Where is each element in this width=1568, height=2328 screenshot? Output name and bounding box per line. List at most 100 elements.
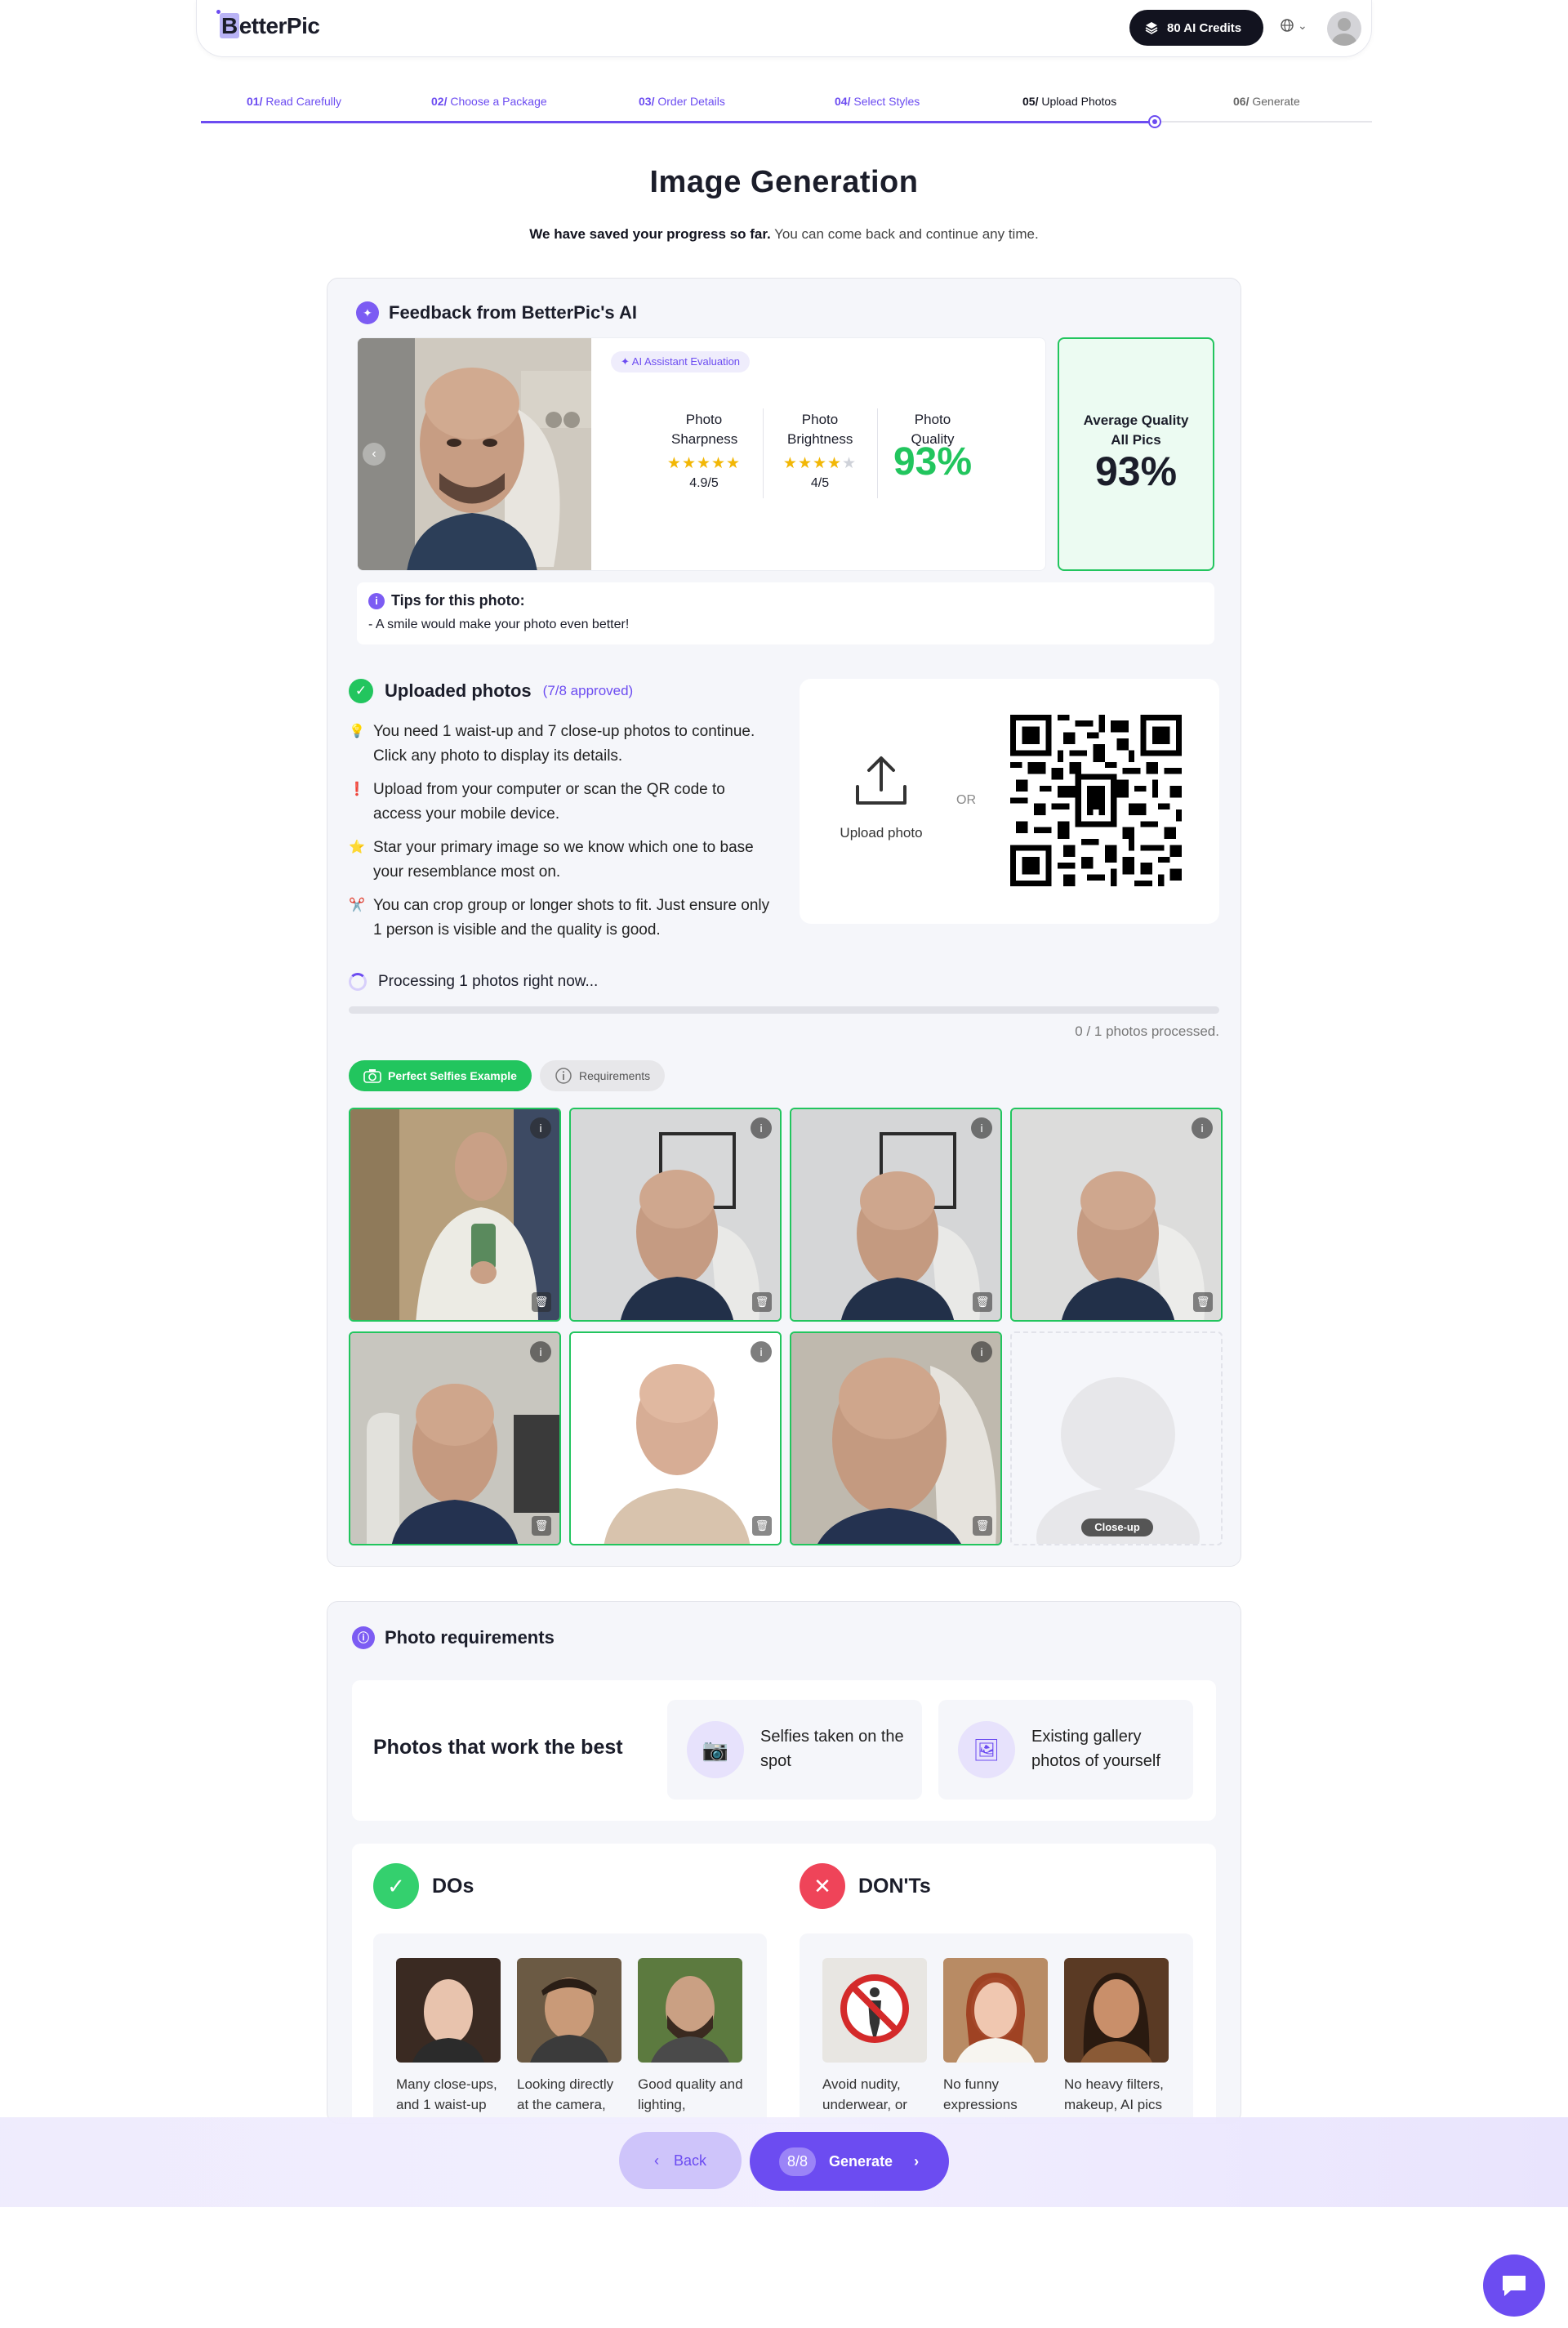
layers-icon [1145, 22, 1158, 34]
info-circle-icon [555, 1068, 572, 1084]
language-selector[interactable]: ⌄ [1280, 18, 1307, 33]
info-icon[interactable]: i [971, 1117, 992, 1139]
photo-count-badge: 8/8 [779, 2147, 817, 2176]
chevron-right-icon: › [914, 2152, 920, 2170]
trash-icon[interactable]: 🗑 [752, 1292, 772, 1312]
info-icon[interactable]: i [530, 1341, 551, 1362]
do-example-image [396, 1958, 501, 2063]
selected-photo[interactable]: ‹ [358, 338, 591, 570]
info-icon[interactable]: i [751, 1117, 772, 1139]
works-best-box: Photos that work the best 📷 Selfies take… [352, 1680, 1216, 1821]
camera-icon [363, 1069, 381, 1083]
info-icon: i [368, 592, 385, 609]
progress-track [201, 115, 1372, 128]
page-subtitle: We have saved your progress so far. You … [529, 226, 1039, 242]
trash-icon[interactable]: 🗑 [752, 1516, 772, 1536]
closeup-label: Close-up [1081, 1519, 1153, 1536]
user-avatar[interactable] [1327, 11, 1361, 46]
tips-box: i Tips for this photo: - A smile would ma… [357, 582, 1214, 644]
progress-steps: 01/ Read Carefully 02/ Choose a Package … [201, 91, 1372, 128]
info-icon[interactable]: i [751, 1341, 772, 1362]
photo-thumbnail[interactable]: i 🗑 [569, 1331, 782, 1545]
closeup-placeholder-slot[interactable]: Close-up [1010, 1331, 1223, 1545]
step-order-details[interactable]: 03/ Order Details [639, 95, 725, 108]
instruction-item: ✂️ You can crop group or longer shots to … [349, 894, 773, 943]
selfies-card: 📷 Selfies taken on the spot [667, 1700, 922, 1800]
spinner-icon [349, 973, 367, 991]
top-header: BetterPic 80 AI Credits ⌄ [196, 0, 1372, 57]
instruction-item: ❗ Upload from your computer or scan the Q… [349, 778, 773, 827]
progress-knob [1148, 115, 1161, 128]
do-example-image [638, 1958, 742, 2063]
betterpic-logo[interactable]: BetterPic [216, 10, 320, 39]
dont-example-image [822, 1958, 927, 2063]
do-example-image [517, 1958, 621, 2063]
qr-code[interactable] [1010, 715, 1182, 886]
upload-instructions: 💡 You need 1 waist-up and 7 close-up phot… [349, 720, 773, 952]
photo-thumbnail[interactable]: i 🗑 [349, 1108, 561, 1322]
tab-requirements[interactable]: Requirements [539, 1060, 666, 1091]
back-button[interactable]: ‹ Back [619, 2132, 742, 2189]
tab-perfect-selfies[interactable]: Perfect Selfies Example [349, 1060, 532, 1091]
chat-support-button[interactable] [1483, 2254, 1545, 2317]
close-icon: ✕ [800, 1863, 845, 1909]
dos-examples: Many close-ups, and 1 waist-up Looking d… [373, 1933, 767, 2123]
do-caption: Many close-ups, and 1 waist-up [396, 2076, 497, 2112]
processing-progress-bar [349, 1006, 1219, 1014]
photo-thumbnail[interactable]: i 🗑 [790, 1108, 1002, 1322]
sharpness-metric: Photo Sharpness ★★★★★ 4.9/5 [647, 410, 761, 493]
dont-example-image [1064, 1958, 1169, 2063]
image-generation-panel: ✦ Feedback from BetterPic's AI ‹ ✦ AI As… [327, 278, 1241, 1567]
instruction-item: ⭐ Star your primary image so we know whic… [349, 836, 773, 885]
sparkle-icon: ✦ [356, 301, 379, 324]
sharpness-stars: ★★★★★ [666, 455, 742, 472]
trash-icon[interactable]: 🗑 [532, 1292, 551, 1312]
do-caption: Looking directly at the camera, [517, 2076, 614, 2112]
or-label: OR [956, 793, 976, 807]
quality-metric: Photo Quality 93% [875, 410, 990, 482]
ai-assistant-tag: ✦ AI Assistant Evaluation [611, 351, 751, 372]
prev-photo-chevron-icon[interactable]: ‹ [363, 443, 385, 466]
step-select-styles[interactable]: 04/ Select Styles [835, 95, 920, 108]
generate-button[interactable]: 8/8 Generate › [750, 2132, 949, 2191]
step-choose-package[interactable]: 02/ Choose a Package [431, 95, 547, 108]
requirements-heading: ⓘ Photo requirements [352, 1626, 555, 1649]
photo-thumbnail[interactable]: i 🗑 [790, 1331, 1002, 1545]
works-best-label: Photos that work the best [373, 1736, 623, 1759]
info-icon[interactable]: i [530, 1117, 551, 1139]
upload-icon [856, 756, 906, 805]
trash-icon[interactable]: 🗑 [973, 1292, 992, 1312]
do-caption: Good quality and lighting, [638, 2076, 743, 2112]
average-quality-box: Average Quality All Pics 93% [1058, 337, 1214, 571]
step-read-carefully[interactable]: 01/ Read Carefully [247, 95, 341, 108]
dont-caption: Avoid nudity, underwear, or [822, 2076, 907, 2112]
check-icon: ✓ [373, 1863, 419, 1909]
chevron-down-icon: ⌄ [1298, 18, 1307, 32]
credits-label: 80 AI Credits [1167, 20, 1242, 35]
photo-thumbnail[interactable]: i 🗑 [349, 1331, 561, 1545]
info-icon[interactable]: i [1192, 1117, 1213, 1139]
upload-photo-button[interactable]: Upload photo [832, 752, 930, 841]
chevron-left-icon: ‹ [653, 2152, 659, 2169]
step-generate: 06/ Generate [1233, 95, 1300, 108]
photo-requirements-section: ⓘ Photo requirements Photos that work th… [327, 1601, 1241, 2124]
chat-icon [1503, 2276, 1526, 2296]
info-icon[interactable]: i [971, 1341, 992, 1362]
average-quality-percent: 93% [1094, 448, 1178, 494]
step-upload-photos[interactable]: 05/ Upload Photos [1022, 95, 1116, 108]
trash-icon[interactable]: 🗑 [1193, 1292, 1213, 1312]
photo-thumbnail[interactable]: i 🗑 [1010, 1108, 1223, 1322]
upload-box: Upload photo OR [800, 679, 1219, 924]
feedback-heading: ✦ Feedback from BetterPic's AI [356, 301, 637, 324]
photo-thumbnail[interactable]: i 🗑 [569, 1108, 782, 1322]
credits-button[interactable]: 80 AI Credits [1129, 10, 1263, 46]
approved-count: (7/8 approved) [542, 683, 634, 698]
lightbulb-icon: 💡 [349, 725, 365, 738]
info-circle-icon: ⓘ [352, 1626, 375, 1649]
brightness-stars: ★★★★★ [782, 455, 858, 472]
star-icon: ⭐ [349, 841, 365, 854]
trash-icon[interactable]: 🗑 [973, 1516, 992, 1536]
processed-count: 0 / 1 photos processed. [1075, 1024, 1219, 1039]
trash-icon[interactable]: 🗑 [532, 1516, 551, 1536]
dos-donts-box: ✓ DOs ✕ DON'Ts Many close-ups, and 1 waist… [352, 1844, 1216, 2123]
